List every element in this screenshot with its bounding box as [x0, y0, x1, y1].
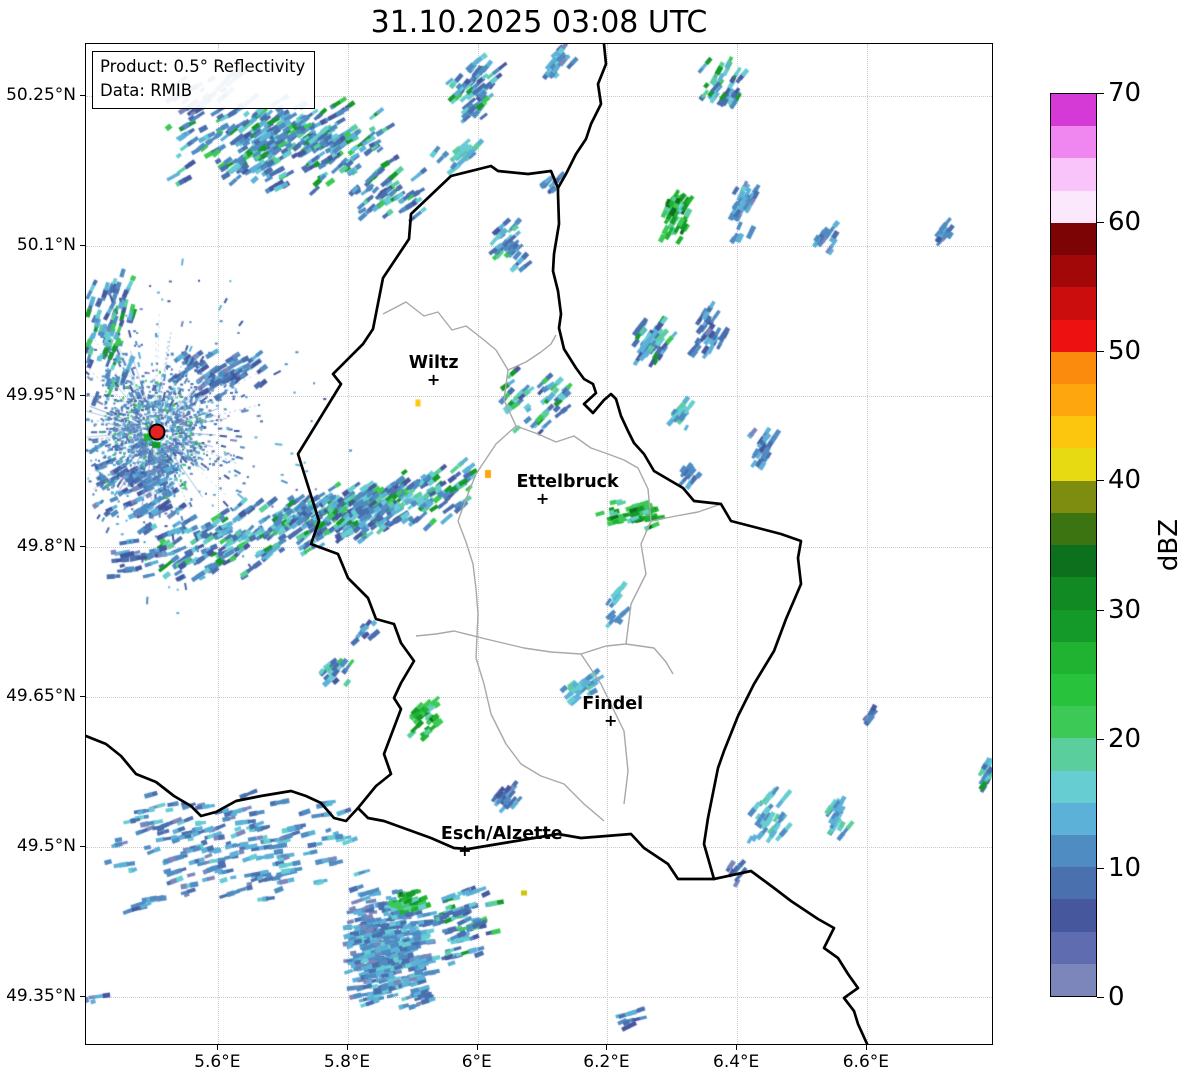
- y-tick-label: 49.35°N: [6, 985, 76, 1006]
- x-tick-mark: [476, 1045, 478, 1050]
- city-label-wiltz: Wiltz: [408, 353, 459, 374]
- country-borders: [86, 44, 869, 1044]
- product-info-box: Product: 0.5° Reflectivity Data: RMIB: [92, 51, 316, 109]
- colorbar-block: [1051, 351, 1096, 384]
- belgium-germany-border: [556, 44, 608, 190]
- x-tick-mark: [347, 1045, 349, 1050]
- colorbar-block: [1051, 416, 1096, 449]
- colorbar-tick-label: 60: [1108, 207, 1142, 238]
- colorbar-tick-label: 0: [1108, 982, 1125, 1012]
- france-belgium-border: [86, 734, 360, 823]
- colorbar-tick-mark: [1097, 480, 1104, 482]
- city-label-ettelbruck: Ettelbruck: [516, 472, 619, 493]
- x-tick-label: 6.6°E: [842, 1052, 890, 1072]
- luxembourg-border: [296, 164, 803, 881]
- colorbar-block: [1051, 545, 1096, 578]
- y-tick-label: 49.65°N: [6, 685, 76, 706]
- x-tick-label: 6.2°E: [583, 1052, 630, 1072]
- x-tick-label: 6.4°E: [713, 1052, 760, 1072]
- city-label-esch-alzette: Esch/Alzette: [440, 823, 563, 844]
- colorbar-tick-mark: [1097, 93, 1104, 94]
- x-tick-label: 5.8°E: [323, 1052, 371, 1072]
- colorbar-tick-mark: [1097, 609, 1104, 611]
- colorbar-tick-label: 40: [1108, 465, 1142, 496]
- colorbar-block: [1051, 867, 1096, 900]
- colorbar-block: [1051, 94, 1096, 127]
- colorbar-block: [1051, 770, 1096, 803]
- colorbar-block: [1051, 641, 1096, 674]
- colorbar-block: [1051, 673, 1096, 707]
- colorbar-block: [1051, 126, 1096, 159]
- colorbar-block: [1051, 319, 1096, 352]
- colorbar-tick-mark: [1097, 222, 1104, 224]
- colorbar-block: [1051, 931, 1096, 964]
- colorbar: [1050, 93, 1097, 997]
- colorbar-block: [1051, 802, 1096, 836]
- city-marker-ettelbruck: +: [535, 489, 550, 509]
- colorbar-tick-mark: [1097, 997, 1104, 998]
- city-marker-wiltz: +: [426, 370, 441, 390]
- x-tick-mark: [736, 1045, 738, 1050]
- x-tick-label: 5.6°E: [194, 1052, 241, 1072]
- colorbar-tick-mark: [1097, 738, 1104, 740]
- colorbar-block: [1051, 899, 1096, 932]
- france-germany-border: [712, 869, 869, 1044]
- colorbar-tick-label: 10: [1108, 852, 1142, 883]
- colorbar-block: [1051, 609, 1096, 642]
- borders-overlay: [86, 44, 869, 1044]
- y-tick-label: 50.25°N: [6, 85, 76, 106]
- colorbar-block: [1051, 222, 1096, 256]
- colorbar-block: [1051, 158, 1096, 191]
- colorbar-tick-label: 30: [1108, 594, 1142, 625]
- colorbar-block: [1051, 835, 1096, 868]
- colorbar-title: dBZ: [1154, 518, 1184, 572]
- x-tick-label: 6°E: [461, 1052, 492, 1072]
- x-tick-mark: [865, 1045, 867, 1050]
- colorbar-block: [1051, 963, 1096, 997]
- y-tick-label: 49.8°N: [16, 535, 76, 556]
- colorbar-block: [1051, 287, 1096, 320]
- colorbar-tick-label: 70: [1108, 78, 1142, 108]
- colorbar-block: [1051, 383, 1096, 417]
- colorbar-block: [1051, 448, 1096, 481]
- colorbar-block: [1051, 255, 1096, 288]
- colorbar-tick-label: 20: [1108, 723, 1142, 754]
- y-tick-label: 50.1°N: [16, 235, 76, 256]
- radar-figure: 31.10.2025 03:08 UTC 5.6°E 5.8°E 6°E 6.2°E 6…: [0, 0, 1184, 1081]
- colorbar-tick-mark: [1097, 867, 1104, 869]
- colorbar-block: [1051, 738, 1096, 771]
- colorbar-block: [1051, 480, 1096, 513]
- city-label-findel: Findel: [582, 693, 644, 714]
- colorbar-block: [1051, 577, 1096, 610]
- colorbar-block: [1051, 706, 1096, 739]
- x-tick-mark: [217, 1045, 219, 1050]
- colorbar-block: [1051, 190, 1096, 223]
- city-marker-findel: +: [603, 710, 618, 730]
- colorbar-block: [1051, 512, 1096, 546]
- radar-site-dot: [148, 423, 166, 441]
- figure-title: 31.10.2025 03:08 UTC: [370, 5, 708, 40]
- x-tick-mark: [606, 1045, 608, 1050]
- colorbar-tick-mark: [1097, 351, 1104, 353]
- y-tick-label: 49.5°N: [16, 835, 76, 856]
- y-tick-label: 49.95°N: [6, 385, 76, 406]
- map-plot-area: Product: 0.5° Reflectivity Data: RMIB + W…: [85, 43, 993, 1045]
- city-marker-esch-alzette: +: [458, 840, 472, 860]
- data-source-line: Data: RMIB: [100, 80, 193, 100]
- colorbar-tick-label: 50: [1108, 336, 1142, 367]
- product-line: Product: 0.5° Reflectivity: [100, 57, 306, 76]
